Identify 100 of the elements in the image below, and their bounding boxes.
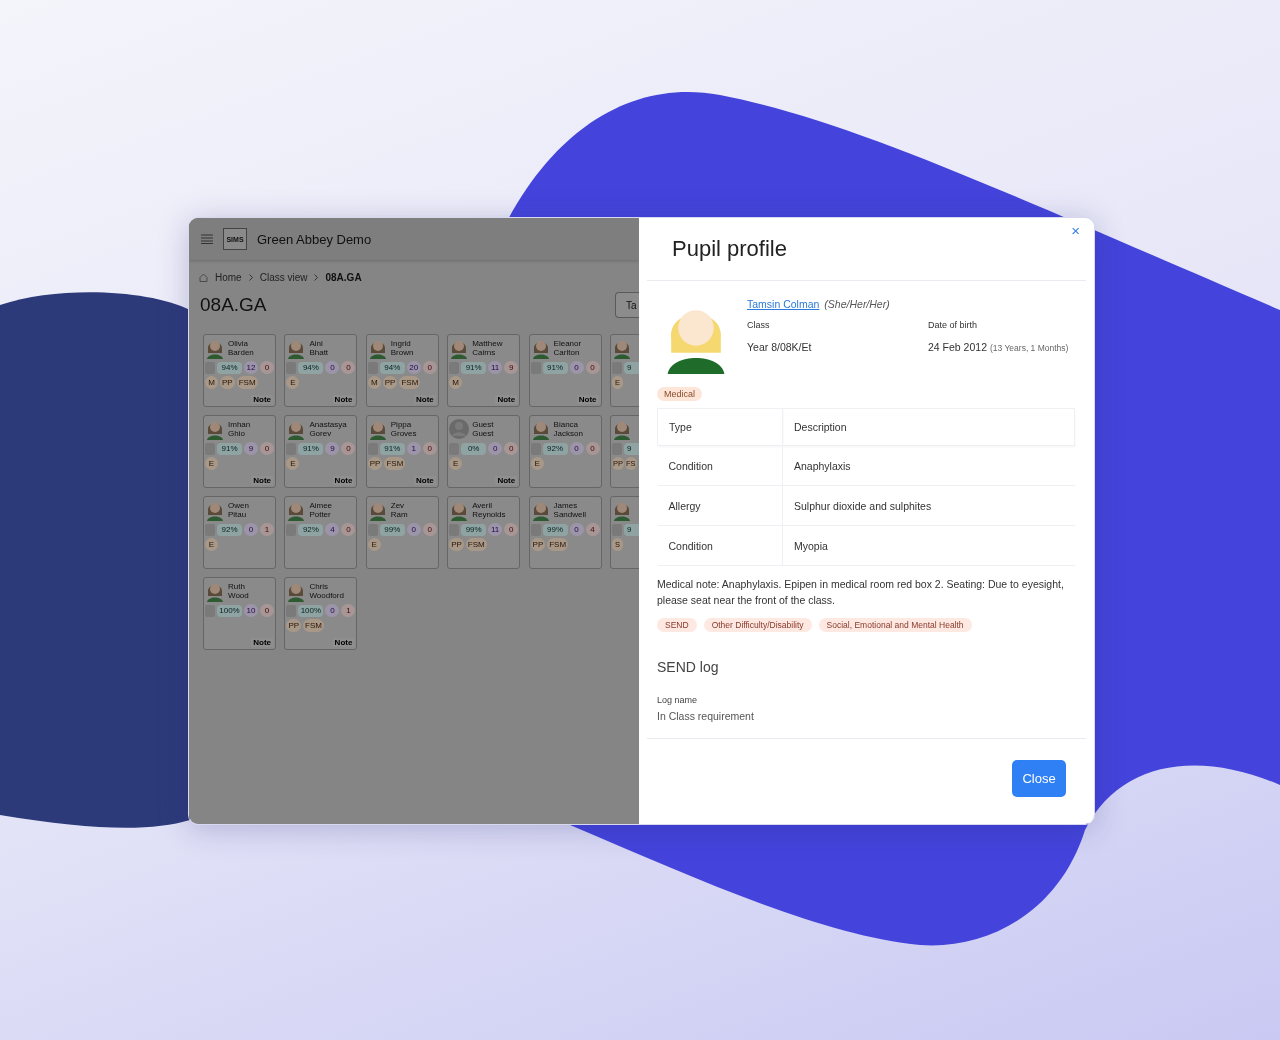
pupil-card[interactable]: Matthew Cairns 91% 11 9 M Note (447, 334, 521, 407)
attendance-tag: 99% (542, 523, 568, 536)
note-button[interactable]: Note (251, 476, 273, 485)
pupil-card[interactable]: Ruth Wood 100% 10 0 Note (203, 577, 276, 650)
note-button[interactable]: Note (495, 395, 518, 404)
pupil-card[interactable]: Ingrid Brown 94% 20 0 M PP FSM Note (365, 334, 439, 407)
note-button[interactable]: Note (251, 638, 273, 647)
photo-placeholder (530, 442, 541, 455)
note-button[interactable]: Note (251, 395, 273, 404)
status-tag: E (449, 457, 463, 470)
medical-note: Medical note: Anaphylaxis. Epipen in medical room red box 2. Seating: Due to eyesight, please seat near the front of the class. (657, 577, 1065, 608)
pupil-card[interactable]: Zev Ram 99% 0 0 E (365, 496, 439, 569)
count-tag: 0 (585, 361, 600, 374)
status-tag: M (367, 376, 381, 389)
breadcrumb-link[interactable]: Class view (259, 272, 308, 283)
pupil-card[interactable]: Olivia Barden 94% 12 0 M PP FSM Note (203, 334, 276, 407)
count-tag: 9 (504, 361, 519, 374)
note-button[interactable]: Note (332, 638, 355, 647)
count-tag: 0 (422, 442, 437, 455)
attendance-tag: 91% (461, 361, 487, 374)
pupil-card[interactable]: Aimee Potter 92% 4 0 (284, 496, 358, 569)
pronouns: (She/Her/Her) (824, 298, 890, 310)
breadcrumb-link[interactable]: Home (215, 272, 242, 283)
count-tag: 0 (341, 523, 356, 536)
pupil-card[interactable]: Averil Reynolds 99% 11 0 PP FSM (447, 496, 521, 569)
table-cell: Allergy (657, 485, 783, 526)
pupil-card[interactable]: Aini Bhatt 94% 0 0 E Note (284, 334, 358, 407)
app-title: Green Abbey Demo (257, 231, 372, 247)
photo-placeholder (530, 523, 541, 536)
column-header: Type (657, 408, 783, 446)
note-button[interactable]: Note (414, 395, 436, 404)
count-tag: 0 (260, 361, 274, 374)
count-tag: 0 (260, 604, 274, 617)
pupil-card[interactable]: Eleanor Carlton 91% 0 0 Note (528, 334, 602, 407)
table-cell: Condition (657, 525, 783, 566)
count-tag: 11 (488, 361, 503, 374)
photo-placeholder (367, 442, 378, 455)
table-cell: Anaphylaxis (782, 445, 1075, 486)
note-button[interactable]: Note (332, 476, 355, 485)
attendance-tag: 91% (542, 361, 568, 374)
attendance-tag: 91% (379, 442, 405, 455)
status-tag: E (205, 457, 218, 470)
pupil-name: Ruth Wood (228, 581, 249, 600)
pupil-name: James Sandwell (553, 500, 587, 519)
status-tag: PP (449, 538, 464, 551)
home-icon (199, 273, 208, 282)
note-button[interactable]: Note (332, 395, 355, 404)
pupil-card[interactable]: Anastasya Gorev 91% 9 0 E Note (284, 415, 358, 488)
pupil-card[interactable]: Chris Woodford 100% 0 1 PP FSM Note (284, 577, 358, 650)
status-tag: PP (367, 457, 383, 470)
attendance-tag: 9 (623, 523, 639, 536)
photo-placeholder (530, 361, 541, 374)
pupil-card[interactable]: Bianca Jackson 92% 0 0 E (528, 415, 602, 488)
note-button[interactable]: Note (414, 476, 436, 485)
field-label: Date of birth (928, 320, 979, 330)
age-text: (13 Years, 1 Months) (989, 343, 1069, 353)
pupil-name: Imhan Ghio (228, 419, 251, 438)
chevron-icon (248, 274, 253, 281)
status-tag: PP (286, 619, 302, 632)
pupil-name-link[interactable]: Tamsin Colman (747, 298, 820, 310)
attendance-tag: 94% (217, 361, 242, 374)
toolbar-button[interactable]: Ta (615, 292, 639, 318)
attendance-tag: 92% (542, 442, 568, 455)
photo-placeholder (286, 523, 297, 536)
status-tag: E (367, 538, 381, 551)
attendance-tag: 94% (379, 361, 405, 374)
count-tag: 1 (341, 604, 356, 617)
pupil-name: Ingrid Brown (390, 338, 414, 357)
count-tag: 0 (504, 442, 519, 455)
photo-placeholder (286, 604, 297, 617)
count-tag: 12 (244, 361, 258, 374)
count-tag: 10 (244, 604, 258, 617)
column-header: Description (782, 408, 1075, 446)
pupil-name: Averil Reynolds (472, 500, 506, 519)
count-tag: 0 (569, 361, 584, 374)
chevron-icon (314, 274, 319, 281)
pupil-card[interactable]: James Sandwell 99% 0 4 PP FSM (528, 496, 602, 569)
status-tag: FSM (303, 619, 324, 632)
status-tag: E (530, 457, 544, 470)
menu-icon[interactable] (201, 234, 213, 244)
count-tag: 9 (325, 442, 340, 455)
field-label: Log name (657, 695, 699, 705)
pupil-name: Eleanor Carlton (553, 338, 582, 357)
photo-placeholder (611, 523, 622, 536)
note-button[interactable]: Note (576, 395, 599, 404)
note-button[interactable]: Note (495, 476, 518, 485)
pupil-name: Chris Woodford (309, 581, 344, 600)
status-tag: FSM (547, 538, 569, 551)
pupil-card[interactable]: Owen Pitau 92% 0 1 E (203, 496, 276, 569)
pupil-card[interactable]: Guest Guest 0% 0 0 E Note (447, 415, 521, 488)
page-title: 08A.GA (200, 294, 267, 316)
count-tag: 0 (422, 523, 437, 536)
pupil-card[interactable]: Imhan Ghio 91% 9 0 E Note (203, 415, 276, 488)
pupil-card[interactable]: Pippa Groves 91% 1 0 PP FSM Note (365, 415, 439, 488)
photo-placeholder (205, 523, 215, 536)
close-button[interactable]: Close (1012, 760, 1066, 797)
attendance-tag: 92% (298, 523, 324, 536)
count-tag: 11 (488, 523, 503, 536)
field-label: Class (747, 320, 771, 330)
status-tag: FSM (465, 538, 487, 551)
